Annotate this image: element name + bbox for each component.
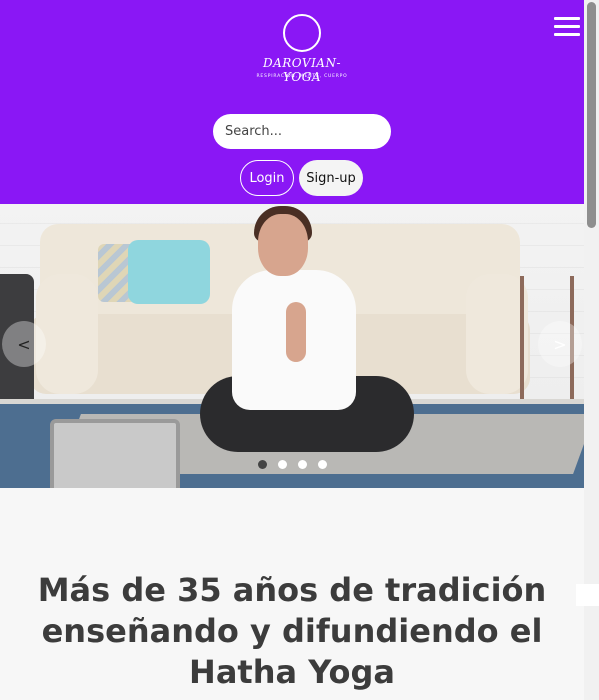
logo-title: DAROVIAN-YOGA bbox=[262, 56, 342, 84]
carousel-dot-4[interactable] bbox=[318, 460, 327, 469]
hero-carousel: < > bbox=[0, 204, 584, 488]
scrollbar-thumb[interactable] bbox=[587, 2, 596, 228]
login-button[interactable]: Login bbox=[240, 160, 294, 196]
site-header: DAROVIAN-YOGA RESPIRACIÓN, MENTE, CUERPO… bbox=[0, 0, 584, 204]
site-logo[interactable]: DAROVIAN-YOGA RESPIRACIÓN, MENTE, CUERPO bbox=[247, 12, 357, 92]
logo-tagline: RESPIRACIÓN, MENTE, CUERPO bbox=[256, 74, 348, 79]
carousel-dot-1[interactable] bbox=[258, 460, 267, 469]
search-input[interactable] bbox=[213, 114, 391, 149]
logo-circle-icon bbox=[283, 14, 321, 52]
carousel-next-button[interactable]: > bbox=[538, 321, 582, 367]
hamburger-menu-icon[interactable] bbox=[554, 17, 580, 37]
page-heading: Más de 35 años de tradición enseñando y … bbox=[37, 571, 547, 691]
laptop-image bbox=[50, 419, 180, 488]
page: DAROVIAN-YOGA RESPIRACIÓN, MENTE, CUERPO… bbox=[0, 0, 584, 700]
floating-widget bbox=[576, 584, 599, 606]
carousel-prev-button[interactable]: < bbox=[2, 321, 46, 367]
signup-button[interactable]: Sign-up bbox=[299, 160, 363, 196]
carousel-dot-2[interactable] bbox=[278, 460, 287, 469]
carousel-dot-3[interactable] bbox=[298, 460, 307, 469]
